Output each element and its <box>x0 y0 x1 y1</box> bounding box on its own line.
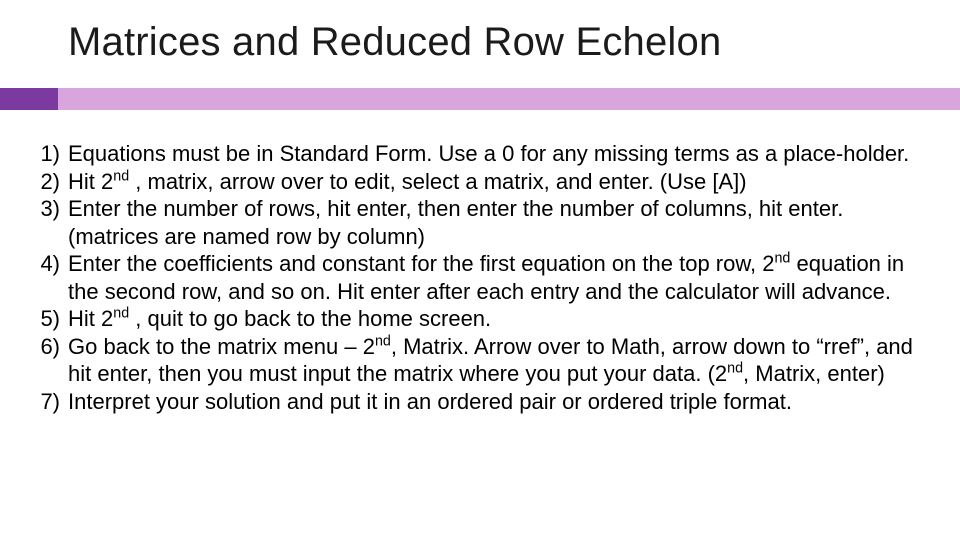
list-item-text: Enter the number of rows, hit enter, the… <box>68 195 930 250</box>
list-item: 3) Enter the number of rows, hit enter, … <box>30 195 930 250</box>
list-item-number: 2) <box>30 168 68 196</box>
list-item-number: 7) <box>30 388 68 416</box>
list-item: 2) Hit 2nd , matrix, arrow over to edit,… <box>30 168 930 196</box>
list-item: 1) Equations must be in Standard Form. U… <box>30 140 930 168</box>
slide: Matrices and Reduced Row Echelon 1) Equa… <box>0 0 960 540</box>
list-item-text: Hit 2nd , matrix, arrow over to edit, se… <box>68 168 930 196</box>
list-item-number: 1) <box>30 140 68 168</box>
list-item-text: Equations must be in Standard Form. Use … <box>68 140 930 168</box>
list-item-number: 6) <box>30 333 68 388</box>
list-item-text: Go back to the matrix menu – 2nd, Matrix… <box>68 333 930 388</box>
accent-bar-light <box>58 88 960 110</box>
list-item-text: Hit 2nd , quit to go back to the home sc… <box>68 305 930 333</box>
list-item-number: 3) <box>30 195 68 250</box>
list-item-text: Enter the coefficients and constant for … <box>68 250 930 305</box>
page-title: Matrices and Reduced Row Echelon <box>68 20 721 65</box>
list-item-number: 5) <box>30 305 68 333</box>
accent-bar <box>0 88 960 110</box>
list-item-text: Interpret your solution and put it in an… <box>68 388 930 416</box>
numbered-list: 1) Equations must be in Standard Form. U… <box>30 140 930 415</box>
list-item: 4) Enter the coefficients and constant f… <box>30 250 930 305</box>
accent-bar-dark <box>0 88 58 110</box>
list-item: 5) Hit 2nd , quit to go back to the home… <box>30 305 930 333</box>
list-item: 7) Interpret your solution and put it in… <box>30 388 930 416</box>
list-item-number: 4) <box>30 250 68 305</box>
list-item: 6) Go back to the matrix menu – 2nd, Mat… <box>30 333 930 388</box>
